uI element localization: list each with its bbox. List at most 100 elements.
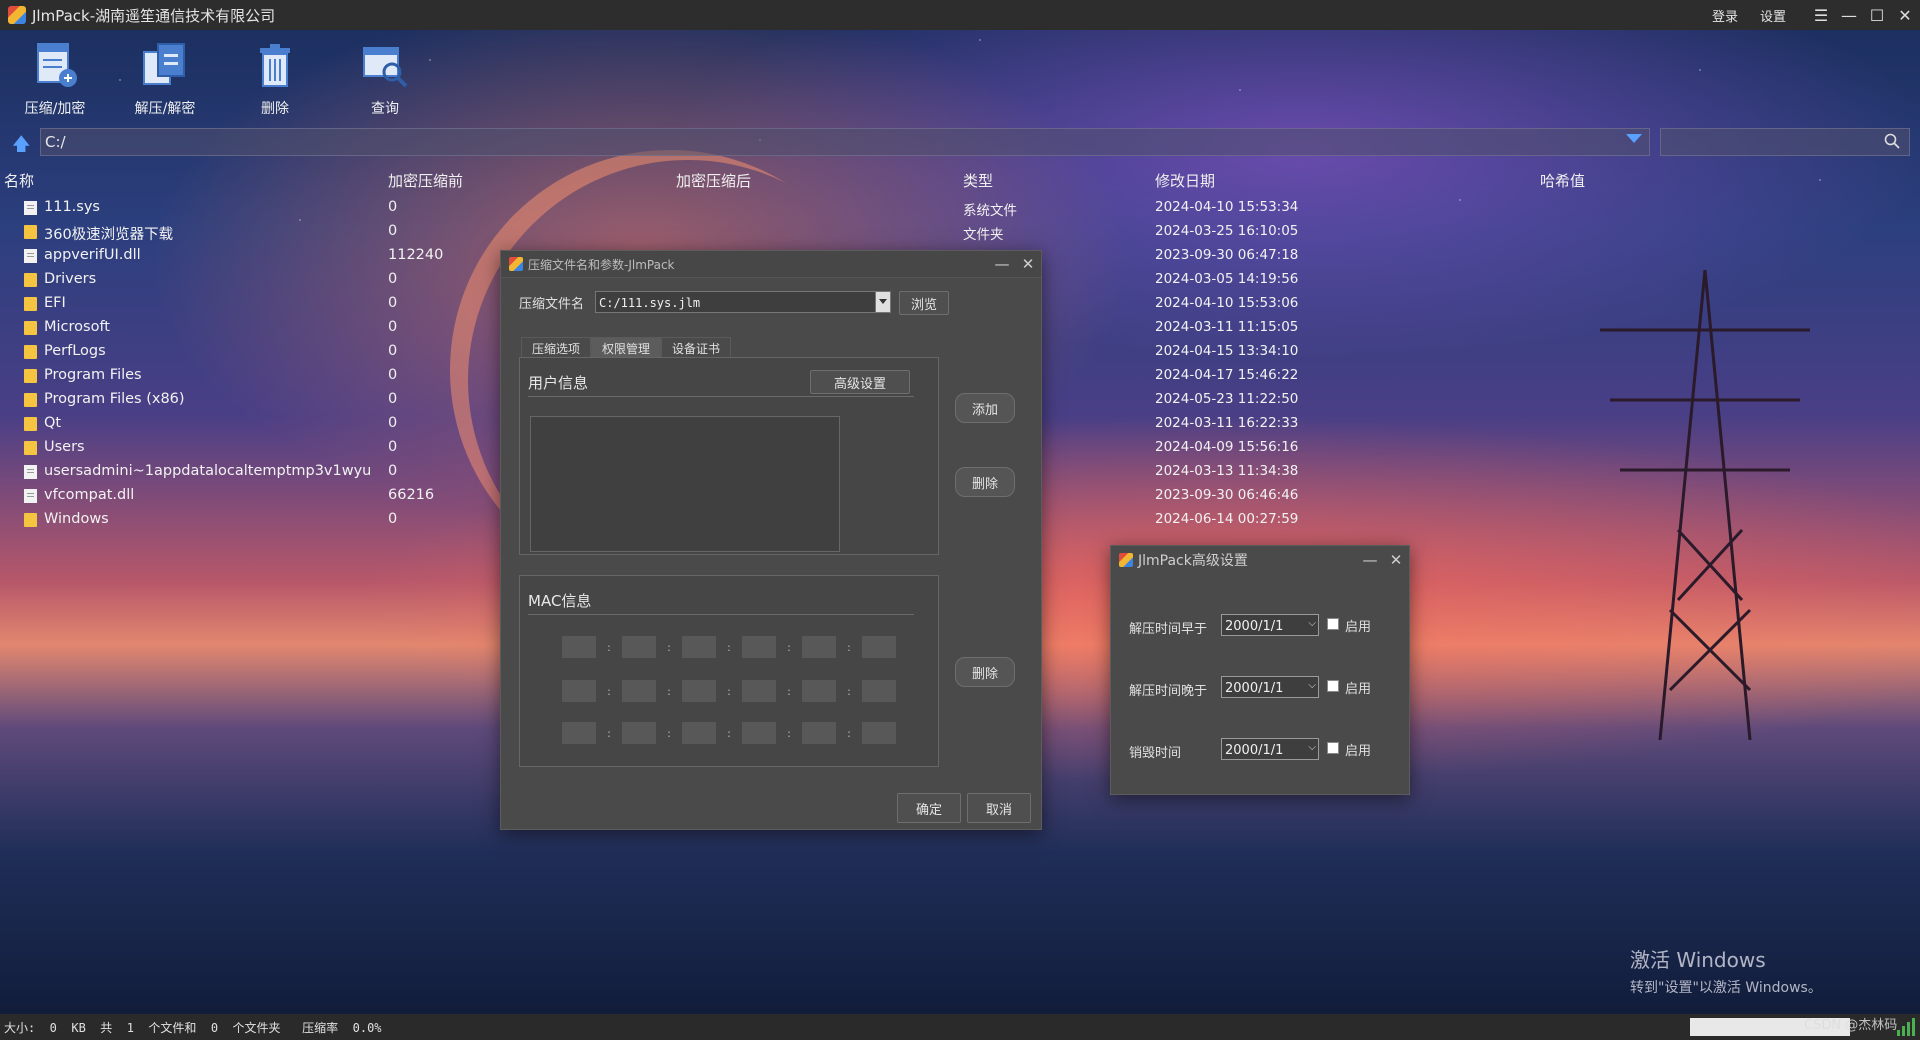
unzip-after-date[interactable]: ⌵ [1221, 676, 1319, 699]
mac-byte-field[interactable] [802, 636, 836, 658]
destroy-time-date-input[interactable] [1222, 740, 1318, 761]
file-size: 0 [388, 439, 398, 455]
close-icon[interactable]: ✕ [1383, 551, 1409, 569]
mac-byte-field[interactable] [682, 680, 716, 702]
cancel-button[interactable]: 取消 [967, 793, 1031, 823]
mac-byte-field[interactable] [562, 680, 596, 702]
column-type[interactable]: 类型 [963, 170, 993, 191]
mac-info-divider [528, 614, 914, 615]
file-name: PerfLogs [44, 343, 106, 359]
compress-button[interactable]: 压缩/加密 [0, 30, 110, 122]
mac-byte-field[interactable] [742, 680, 776, 702]
csdn-watermark: CSDN @杰林码 [1804, 1018, 1898, 1033]
mac-byte-field[interactable] [682, 636, 716, 658]
minimize-icon[interactable]: — [1836, 6, 1862, 25]
user-list[interactable] [530, 416, 840, 552]
tab-permission[interactable]: 权限管理 [591, 337, 662, 359]
trash-icon [260, 44, 290, 87]
mac-byte-field[interactable] [742, 636, 776, 658]
query-button[interactable]: 查询 [330, 30, 440, 122]
tab-compress-options[interactable]: 压缩选项 [521, 337, 592, 359]
settings-link[interactable]: 设置 [1760, 6, 1786, 25]
file-date: 2024-05-23 11:22:50 [1155, 391, 1299, 407]
mac-byte-field[interactable] [562, 722, 596, 744]
column-hash[interactable]: 哈希值 [1540, 170, 1585, 191]
mac-byte-field[interactable] [862, 722, 896, 744]
column-modified[interactable]: 修改日期 [1155, 170, 1215, 191]
unzip-before-label: 解压时间早于 [1129, 622, 1208, 637]
folder-icon [24, 297, 37, 311]
mac-info-title: MAC信息 [528, 592, 592, 610]
unzip-before-date-input[interactable] [1222, 616, 1318, 637]
path-dropdown-icon[interactable] [1626, 134, 1642, 143]
unzip-before-checkbox[interactable] [1327, 618, 1339, 630]
unzip-before-date[interactable]: ⌵ [1221, 614, 1319, 637]
column-name[interactable]: 名称 [4, 170, 34, 191]
path-input[interactable] [40, 128, 1650, 156]
mac-byte-field[interactable] [862, 680, 896, 702]
file-type: 系统文件 [963, 203, 1017, 219]
mac-byte-field[interactable] [622, 636, 656, 658]
chevron-down-icon[interactable]: ⌵ [1308, 742, 1316, 753]
path-bar: 🡅 [0, 128, 1920, 158]
file-name: Users [44, 439, 85, 455]
mac-byte-field[interactable] [742, 722, 776, 744]
file-date: 2024-04-15 13:34:10 [1155, 343, 1299, 359]
delete-mac-button[interactable]: 删除 [955, 657, 1015, 687]
add-user-button[interactable]: 添加 [955, 393, 1015, 423]
file-date: 2024-04-17 15:46:22 [1155, 367, 1299, 383]
mac-byte-field[interactable] [622, 722, 656, 744]
file-size: 0 [388, 295, 398, 311]
minimize-icon[interactable]: — [989, 255, 1015, 273]
destroy-time-date[interactable]: ⌵ [1221, 738, 1319, 761]
mac-byte-field[interactable] [682, 722, 716, 744]
advanced-settings-button[interactable]: 高级设置 [810, 370, 910, 394]
file-name-combo[interactable] [595, 291, 891, 313]
close-icon[interactable]: ✕ [1892, 6, 1918, 25]
status-bar: 大小: 0 KB 共 1 个文件和 0 个文件夹 压缩率 0.0% [0, 1014, 1920, 1040]
column-after[interactable]: 加密压缩后 [676, 170, 751, 191]
browse-button[interactable]: 浏览 [899, 291, 949, 315]
file-name-input[interactable] [596, 293, 890, 313]
delete-button[interactable]: 删除 [220, 30, 330, 122]
folder-icon [24, 225, 37, 239]
mac-byte-field[interactable] [802, 680, 836, 702]
search-icon[interactable] [1884, 133, 1900, 149]
file-size: 0 [388, 271, 398, 287]
file-name: appverifUI.dll [44, 247, 141, 263]
file-size: 0 [388, 511, 398, 527]
chevron-down-icon[interactable]: ⌵ [1308, 680, 1316, 691]
chevron-down-icon[interactable] [875, 292, 890, 312]
mac-byte-field[interactable] [622, 680, 656, 702]
delete-user-button[interactable]: 删除 [955, 467, 1015, 497]
mac-info-group: MAC信息 : : : : : : : : : : : : : : : [519, 575, 939, 767]
file-name: usersadmini~1appdatalocaltemptmp3v1wyu [44, 463, 372, 479]
table-row[interactable]: 111.sys 0 系统文件 2024-04-10 15:53:34 [0, 197, 1300, 221]
login-link[interactable]: 登录 [1712, 6, 1738, 25]
ok-button[interactable]: 确定 [897, 793, 961, 823]
decompress-button[interactable]: 解压/解密 [110, 30, 220, 122]
file-icon [24, 465, 37, 479]
unzip-after-checkbox[interactable] [1327, 680, 1339, 692]
file-icon [24, 489, 37, 503]
mac-byte-field[interactable] [562, 636, 596, 658]
close-icon[interactable]: ✕ [1015, 255, 1041, 273]
table-row[interactable]: 360极速浏览器下载 0 文件夹 2024-03-25 16:10:05 [0, 221, 1300, 245]
minimize-icon[interactable]: — [1357, 551, 1383, 569]
file-date: 2024-04-10 15:53:06 [1155, 295, 1299, 311]
destroy-time-checkbox[interactable] [1327, 742, 1339, 754]
mac-byte-field[interactable] [802, 722, 836, 744]
search-input[interactable] [1660, 128, 1910, 156]
up-arrow-icon[interactable]: 🡅 [12, 132, 31, 162]
maximize-icon[interactable]: ☐ [1864, 6, 1890, 25]
file-icon [24, 249, 37, 263]
unzip-after-date-input[interactable] [1222, 678, 1318, 699]
file-date: 2024-03-05 14:19:56 [1155, 271, 1299, 287]
column-before[interactable]: 加密压缩前 [388, 170, 463, 191]
mac-byte-field[interactable] [862, 636, 896, 658]
menu-icon[interactable]: ☰ [1808, 6, 1834, 25]
app-logo [8, 6, 26, 24]
tab-device-cert[interactable]: 设备证书 [661, 337, 732, 359]
chevron-down-icon[interactable]: ⌵ [1308, 618, 1316, 629]
file-name: 111.sys [44, 199, 100, 215]
